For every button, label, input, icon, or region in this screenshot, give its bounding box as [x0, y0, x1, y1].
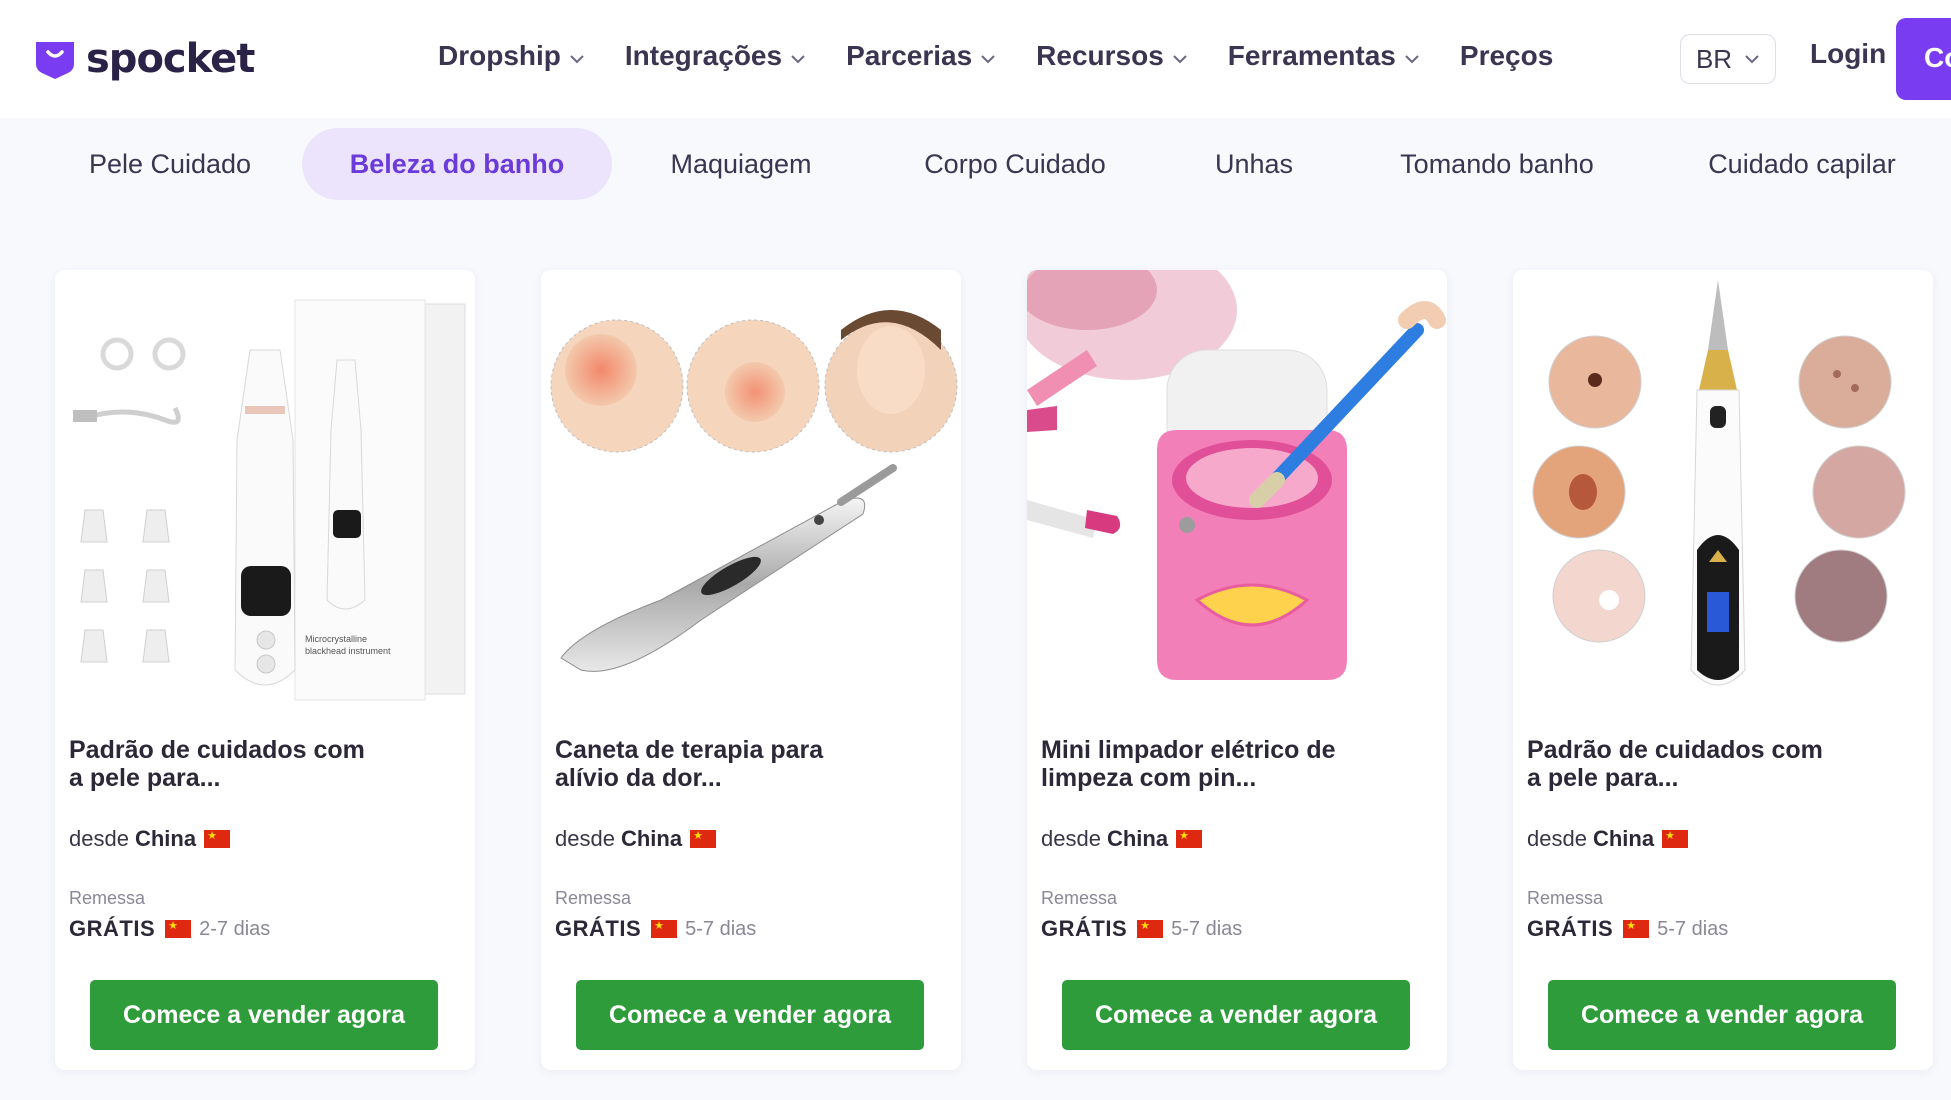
shipping-price: GRÁTIS [1527, 916, 1614, 941]
svg-text:Microcrystalline: Microcrystalline [305, 634, 367, 644]
nav-label: Preços [1459, 40, 1554, 71]
product-card[interactable]: Padrão de cuidados com a pele para... de… [1513, 270, 1933, 1070]
tab-unhas[interactable]: Unhas [1196, 128, 1312, 200]
shipping-time: 2-7 dias [199, 917, 271, 940]
shipping-label: Remessa [1527, 888, 1604, 908]
china-flag-icon [165, 919, 192, 938]
tab-pele-cuidado[interactable]: Pele Cuidado [62, 128, 278, 200]
product-title[interactable]: Caneta de terapia para alívio da dor... [555, 736, 855, 792]
shipping-price: GRÁTIS [555, 916, 642, 941]
shipping-time: 5-7 dias [1171, 917, 1243, 940]
start-selling-button[interactable]: Comece a vender agora [1548, 980, 1896, 1050]
shipping-info: GRÁTIS 5-7 dias [555, 916, 756, 942]
nav-integracoes[interactable]: Integrações [625, 40, 806, 72]
product-card[interactable]: Mini limpador elétrico de limpeza com pi… [1027, 270, 1447, 1070]
origin-prefix: desde [555, 826, 615, 851]
shipping-info: GRÁTIS 2-7 dias [69, 916, 270, 942]
product-title[interactable]: Padrão de cuidados com a pele para... [69, 736, 369, 792]
nav-label: Parcerias [846, 40, 973, 71]
category-tabs: Pele Cuidado Beleza do banho Maquiagem C… [0, 128, 1951, 200]
origin-prefix: desde [1527, 826, 1587, 851]
site-header: spocket Dropship Integrações Parcerias R… [0, 0, 1951, 118]
product-card[interactable]: Caneta de terapia para alívio da dor... … [541, 270, 961, 1070]
brand-name: spocket [86, 36, 255, 82]
origin-prefix: desde [69, 826, 129, 851]
language-selector[interactable]: BR [1680, 34, 1776, 84]
nav-label: Recursos [1036, 40, 1164, 71]
signup-button[interactable]: Co [1896, 18, 1951, 100]
start-selling-button[interactable]: Comece a vender agora [90, 980, 438, 1050]
chevron-down-icon [1405, 55, 1419, 64]
tab-beleza-do-banho[interactable]: Beleza do banho [302, 128, 612, 200]
origin-prefix: desde [1041, 826, 1101, 851]
spocket-logo-icon [36, 42, 74, 79]
shipping-label: Remessa [69, 888, 146, 908]
product-image[interactable] [1513, 270, 1933, 710]
shipping-info: GRÁTIS 5-7 dias [1041, 916, 1242, 942]
chevron-down-icon [1173, 55, 1187, 64]
nav-precos[interactable]: Preços [1460, 40, 1553, 72]
shipping-price: GRÁTIS [69, 916, 156, 941]
start-selling-button[interactable]: Comece a vender agora [576, 980, 924, 1050]
shipping-label: Remessa [555, 888, 632, 908]
nav-dropship[interactable]: Dropship [438, 40, 585, 72]
chevron-down-icon [570, 55, 584, 64]
login-link[interactable]: Login [1810, 38, 1886, 70]
tab-cuidado-capilar[interactable]: Cuidado capilar [1694, 128, 1910, 200]
shipping-time: 5-7 dias [1657, 917, 1729, 940]
product-origin: desde China [555, 826, 717, 852]
shipping-time: 5-7 dias [685, 917, 757, 940]
chevron-down-icon [981, 55, 995, 64]
main-nav: Dropship Integrações Parcerias Recursos … [438, 34, 1593, 78]
mini-brush-washer-icon [1027, 270, 1446, 680]
tab-tomando-banho[interactable]: Tomando banho [1386, 128, 1608, 200]
nav-label: Ferramentas [1227, 40, 1396, 71]
tab-maquiagem[interactable]: Maquiagem [646, 128, 836, 200]
product-card[interactable]: Microcrystalline blackhead instrument Pa… [55, 270, 475, 1070]
chevron-down-icon [1745, 55, 1759, 64]
origin-country: China [1106, 826, 1169, 851]
nav-ferramentas[interactable]: Ferramentas [1228, 40, 1420, 72]
shipping-info: GRÁTIS 5-7 dias [1527, 916, 1728, 942]
shipping-label: Remessa [1041, 888, 1118, 908]
product-origin: desde China [1041, 826, 1203, 852]
china-flag-icon [651, 919, 678, 938]
product-origin: desde China [69, 826, 231, 852]
china-flag-icon [1623, 919, 1650, 938]
origin-country: China [1592, 826, 1655, 851]
product-title[interactable]: Padrão de cuidados com a pele para... [1527, 736, 1827, 792]
spocket-logo[interactable]: spocket [34, 34, 255, 84]
shipping-price: GRÁTIS [1041, 916, 1128, 941]
nav-recursos[interactable]: Recursos [1036, 40, 1188, 72]
tab-corpo-cuidado[interactable]: Corpo Cuidado [900, 128, 1130, 200]
china-flag-icon [690, 829, 717, 848]
nav-parcerias[interactable]: Parcerias [846, 40, 996, 72]
language-code: BR [1695, 43, 1733, 74]
chevron-down-icon [791, 55, 805, 64]
origin-country: China [134, 826, 197, 851]
china-flag-icon [1176, 829, 1203, 848]
origin-country: China [620, 826, 683, 851]
china-flag-icon [1662, 829, 1689, 848]
mole-removal-pen-icon [1532, 280, 1906, 686]
china-flag-icon [204, 829, 231, 848]
svg-text:blackhead instrument: blackhead instrument [305, 646, 391, 656]
china-flag-icon [1137, 919, 1164, 938]
product-title[interactable]: Mini limpador elétrico de limpeza com pi… [1041, 736, 1341, 792]
product-image[interactable] [1027, 270, 1447, 710]
blackhead-vacuum-kit-icon: Microcrystalline blackhead instrument [73, 299, 466, 701]
nav-label: Dropship [438, 40, 561, 71]
product-image[interactable]: Microcrystalline blackhead instrument [55, 270, 475, 710]
therapy-pen-icon [550, 310, 958, 672]
product-image[interactable] [541, 270, 961, 710]
product-origin: desde China [1527, 826, 1689, 852]
start-selling-button[interactable]: Comece a vender agora [1062, 980, 1410, 1050]
nav-label: Integrações [624, 40, 783, 71]
